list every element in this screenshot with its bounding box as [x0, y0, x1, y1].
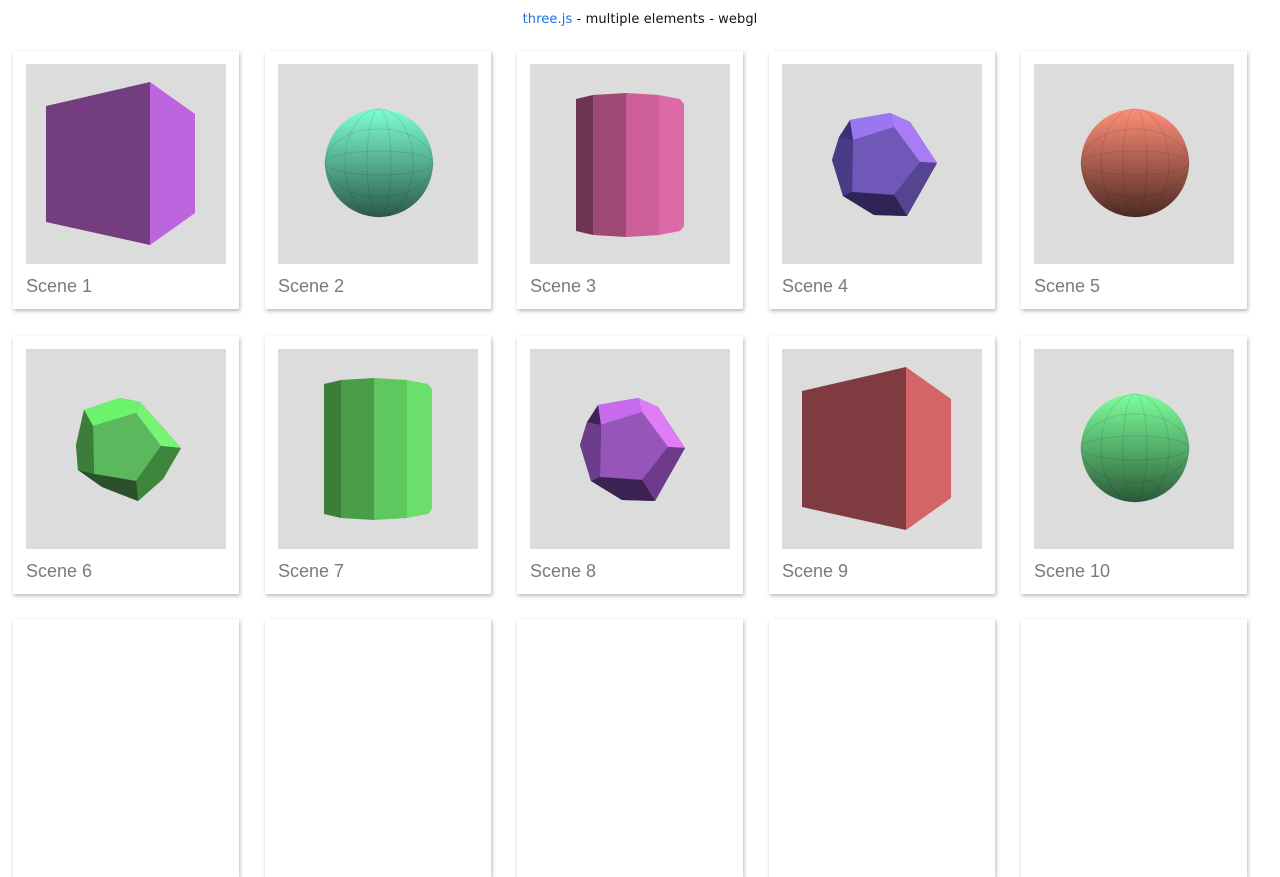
sphere-shape	[1080, 393, 1190, 503]
scene-card: Scene 7	[265, 336, 491, 594]
sphere-shape	[1080, 108, 1190, 218]
scene-card	[265, 619, 491, 877]
scene-label: Scene 3	[530, 276, 597, 296]
scene-card: Scene 2	[265, 51, 491, 309]
scene-viewport[interactable]	[278, 349, 478, 549]
dodecahedron-shape	[76, 398, 181, 501]
scene-viewport[interactable]	[530, 349, 730, 549]
cube-shape	[46, 82, 195, 245]
scene-label: Scene 1	[26, 276, 93, 296]
dodecahedron-shape	[580, 398, 685, 501]
scene-label: Scene 10	[1034, 561, 1111, 581]
scene-card: Scene 6	[13, 336, 239, 594]
scene-card	[13, 619, 239, 877]
scene-card	[517, 619, 743, 877]
sphere-shape	[324, 108, 434, 218]
scene-card: Scene 4	[769, 51, 995, 309]
scene-label: Scene 2	[278, 276, 345, 296]
scene-label: Scene 7	[278, 561, 345, 581]
page-subtitle: - multiple elements - webgl	[572, 12, 758, 27]
scene-label: Scene 9	[782, 561, 849, 581]
scene-card	[769, 619, 995, 877]
scene-card: Scene 9	[769, 336, 995, 594]
scene-viewport[interactable]	[26, 64, 226, 264]
scene-card	[1021, 619, 1247, 877]
scene-viewport[interactable]	[1034, 349, 1234, 549]
scene-viewport[interactable]	[530, 64, 730, 264]
scene-card: Scene 10	[1021, 336, 1247, 594]
scene-card: Scene 3	[517, 51, 743, 309]
page-header: three.js - multiple elements - webgl	[0, 12, 1280, 27]
scene-card: Scene 1	[13, 51, 239, 309]
scene-label: Scene 4	[782, 276, 849, 296]
dodecahedron-shape	[832, 113, 937, 216]
scene-card: Scene 8	[517, 336, 743, 594]
scene-viewport[interactable]	[26, 349, 226, 549]
scene-label: Scene 6	[26, 561, 93, 581]
scene-label: Scene 8	[530, 561, 597, 581]
scene-card: Scene 5	[1021, 51, 1247, 309]
scene-viewport[interactable]	[782, 64, 982, 264]
cylinder-shape	[324, 378, 432, 520]
scene-viewport[interactable]	[782, 349, 982, 549]
cube-shape	[802, 367, 951, 530]
scene-label: Scene 5	[1034, 276, 1101, 296]
threejs-link[interactable]: three.js	[523, 12, 573, 27]
scene-viewport[interactable]	[278, 64, 478, 264]
cylinder-shape	[576, 93, 684, 237]
scene-viewport[interactable]	[1034, 64, 1234, 264]
